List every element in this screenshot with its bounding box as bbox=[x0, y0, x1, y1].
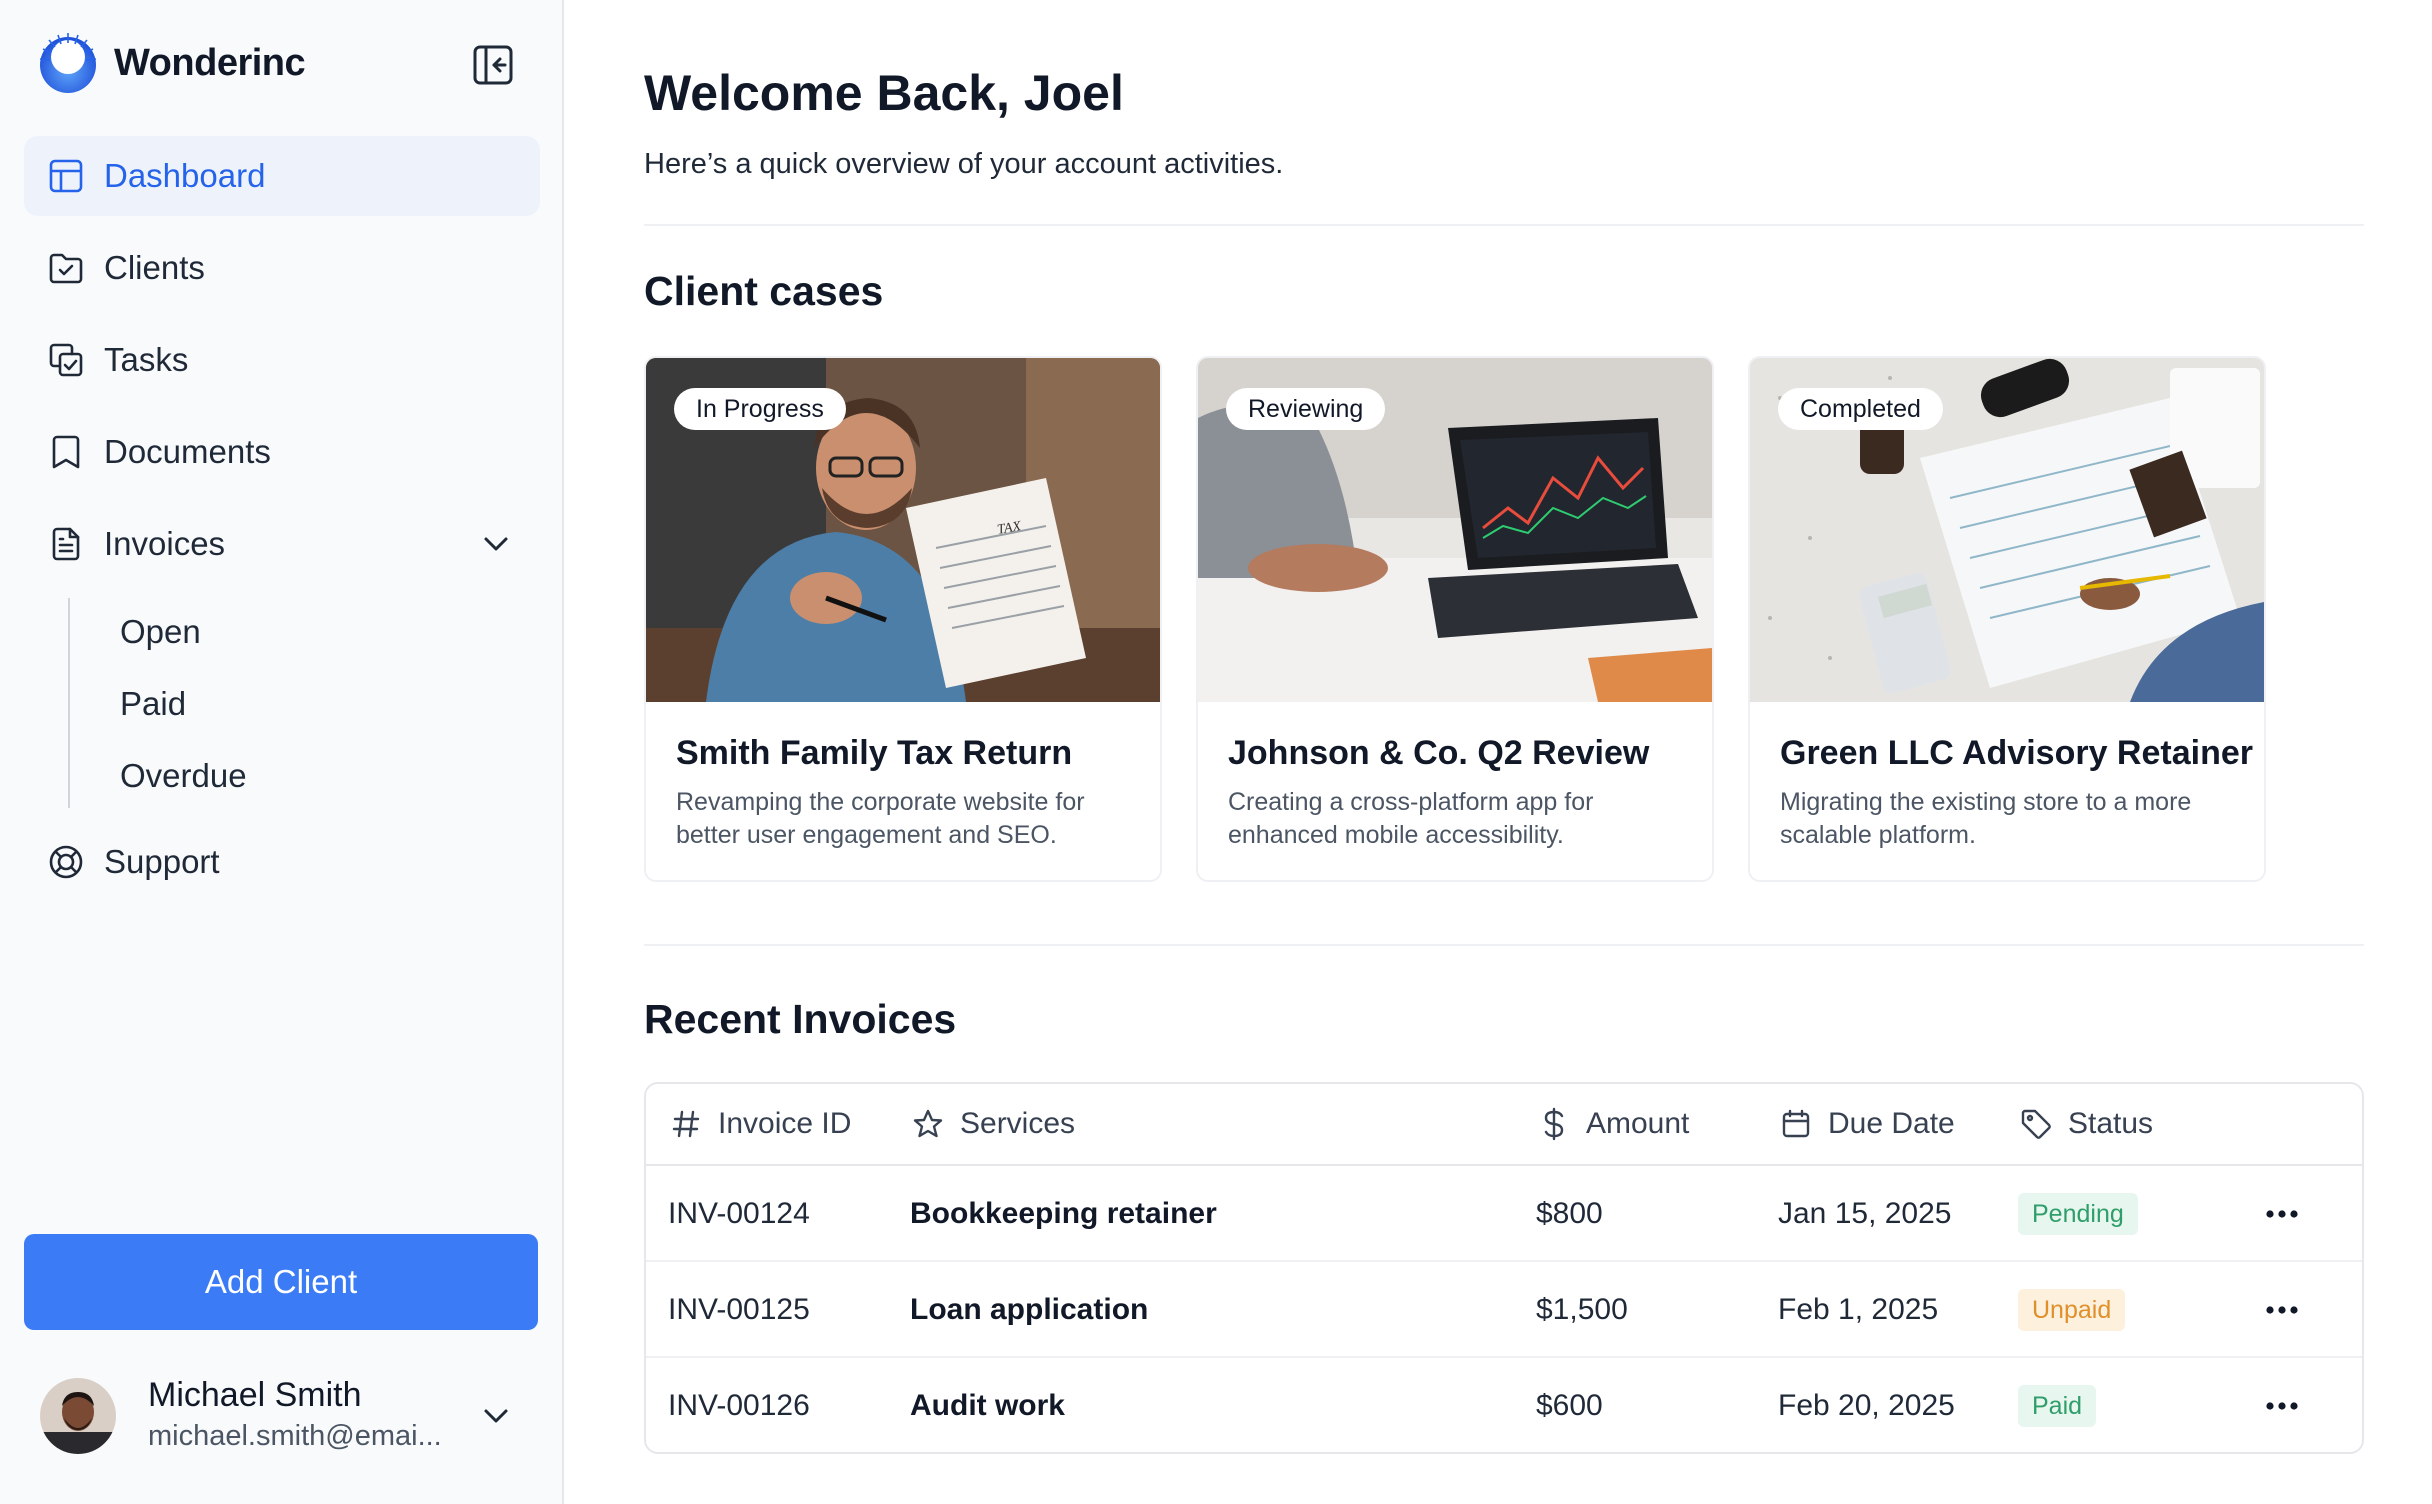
chevron-down-icon[interactable] bbox=[476, 1396, 516, 1436]
sidebar-item-support[interactable]: Support bbox=[24, 822, 540, 902]
star-icon bbox=[910, 1106, 946, 1142]
add-client-button[interactable]: Add Client bbox=[24, 1234, 538, 1330]
invoice-amount: $600 bbox=[1536, 1389, 1603, 1422]
sidebar-subitem-overdue[interactable]: Overdue bbox=[104, 746, 504, 806]
sidebar-collapse-icon[interactable] bbox=[470, 42, 516, 88]
sidebar-subitem-paid[interactable]: Paid bbox=[104, 674, 504, 734]
status-badge: Unpaid bbox=[2018, 1289, 2126, 1331]
tag-icon bbox=[2018, 1106, 2054, 1142]
sidebar-item-dashboard[interactable]: Dashboard bbox=[24, 136, 540, 216]
invoice-due-date: Feb 1, 2025 bbox=[1778, 1293, 1939, 1326]
book-icon bbox=[46, 432, 86, 472]
brand-name: Wonderinc bbox=[114, 41, 306, 84]
sidebar-item-documents[interactable]: Documents bbox=[24, 412, 540, 492]
column-label: Amount bbox=[1586, 1107, 1690, 1140]
table-header: Invoice ID Services Amount Due Date Stat… bbox=[646, 1084, 2362, 1166]
sidebar-item-label: Dashboard bbox=[104, 157, 266, 194]
user-email: michael.smith@emai... bbox=[148, 1420, 442, 1452]
sidebar-item-label: Tasks bbox=[104, 341, 189, 378]
column-label: Status bbox=[2068, 1107, 2154, 1140]
case-status-badge: In Progress bbox=[674, 388, 846, 430]
column-header-status[interactable]: Status bbox=[2018, 1084, 2153, 1164]
column-header-invoice-id[interactable]: Invoice ID bbox=[668, 1084, 851, 1164]
column-label: Due Date bbox=[1828, 1107, 1955, 1140]
case-title: Smith Family Tax Return bbox=[676, 734, 1073, 772]
divider bbox=[644, 224, 2364, 226]
table-row[interactable]: INV-00124 Bookkeeping retainer $800 Jan … bbox=[646, 1166, 2362, 1262]
column-header-due-date[interactable]: Due Date bbox=[1778, 1084, 1955, 1164]
client-case-card[interactable]: TAX In Progress Smith Family Tax Return … bbox=[644, 356, 1162, 882]
sidebar-item-label: Documents bbox=[104, 433, 271, 470]
invoice-service: Loan application bbox=[910, 1293, 1149, 1326]
invoice-service: Bookkeeping retainer bbox=[910, 1197, 1217, 1230]
sidebar-item-invoices[interactable]: Invoices bbox=[24, 504, 540, 584]
status-badge: Pending bbox=[2018, 1193, 2138, 1235]
invoice-service: Audit work bbox=[910, 1389, 1065, 1422]
card-image-laptop-review: Reviewing bbox=[1198, 358, 1712, 702]
page-title: Welcome Back, Joel bbox=[644, 65, 1124, 121]
card-image-desk-documents: Completed bbox=[1750, 358, 2264, 702]
file-text-icon bbox=[46, 524, 86, 564]
invoice-id: INV-00125 bbox=[668, 1293, 810, 1326]
sidebar-item-clients[interactable]: Clients bbox=[24, 228, 540, 308]
invoice-amount: $1,500 bbox=[1536, 1293, 1628, 1326]
invoices-subnav-line bbox=[68, 598, 70, 808]
more-options-icon[interactable] bbox=[2262, 1388, 2302, 1424]
client-case-card[interactable]: Reviewing Johnson & Co. Q2 Review Creati… bbox=[1196, 356, 1714, 882]
more-options-icon[interactable] bbox=[2262, 1196, 2302, 1232]
copy-check-icon bbox=[46, 340, 86, 380]
avatar bbox=[40, 1378, 116, 1454]
table-row[interactable]: INV-00125 Loan application $1,500 Feb 1,… bbox=[646, 1262, 2362, 1358]
sidebar-item-label: Invoices bbox=[104, 525, 226, 562]
card-image-tax-review: TAX In Progress bbox=[646, 358, 1160, 702]
invoices-table: Invoice ID Services Amount Due Date Stat… bbox=[644, 1082, 2364, 1454]
column-header-amount[interactable]: Amount bbox=[1536, 1084, 1689, 1164]
hash-icon bbox=[668, 1106, 704, 1142]
invoice-due-date: Feb 20, 2025 bbox=[1778, 1389, 1955, 1422]
column-label: Invoice ID bbox=[718, 1107, 852, 1140]
sidebar-item-label: Clients bbox=[104, 249, 205, 286]
column-header-services[interactable]: Services bbox=[910, 1084, 1075, 1164]
client-cases-title: Client cases bbox=[644, 268, 884, 314]
invoice-due-date: Jan 15, 2025 bbox=[1778, 1197, 1952, 1230]
brand[interactable]: Wonderinc bbox=[36, 30, 306, 96]
dollar-icon bbox=[1536, 1106, 1572, 1142]
calendar-icon bbox=[1778, 1106, 1814, 1142]
recent-invoices-title: Recent Invoices bbox=[644, 996, 957, 1042]
case-description: Revamping the corporate website for bett… bbox=[676, 788, 1085, 849]
invoice-id: INV-00126 bbox=[668, 1389, 810, 1422]
sidebar-subitem-open[interactable]: Open bbox=[104, 602, 504, 662]
lifebuoy-icon bbox=[46, 842, 86, 882]
case-description: Migrating the existing store to a more s… bbox=[1780, 788, 2192, 849]
table-row[interactable]: INV-00126 Audit work $600 Feb 20, 2025 P… bbox=[646, 1358, 2362, 1452]
case-status-badge: Reviewing bbox=[1226, 388, 1386, 430]
sidebar-item-label: Support bbox=[104, 843, 220, 880]
column-label: Services bbox=[960, 1107, 1076, 1140]
divider bbox=[644, 944, 2364, 946]
status-badge: Paid bbox=[2018, 1385, 2097, 1427]
layout-icon bbox=[46, 156, 86, 196]
sidebar-item-tasks[interactable]: Tasks bbox=[24, 320, 540, 400]
more-options-icon[interactable] bbox=[2262, 1292, 2302, 1328]
case-title: Johnson & Co. Q2 Review bbox=[1228, 734, 1650, 772]
page-subtitle: Here’s a quick overview of your account … bbox=[644, 148, 1284, 180]
user-name: Michael Smith bbox=[148, 1376, 362, 1414]
sidebar: Wonderinc Dashboard Clients Tasks Docume… bbox=[0, 0, 564, 1504]
user-profile[interactable]: Michael Smith michael.smith@emai... bbox=[40, 1370, 530, 1470]
case-status-badge: Completed bbox=[1778, 388, 1943, 430]
invoice-amount: $800 bbox=[1536, 1197, 1603, 1230]
client-case-card[interactable]: Completed Green LLC Advisory Retainer Mi… bbox=[1748, 356, 2266, 882]
invoice-id: INV-00124 bbox=[668, 1197, 810, 1230]
brand-logo-icon bbox=[39, 33, 97, 93]
case-title: Green LLC Advisory Retainer bbox=[1780, 734, 2253, 772]
chevron-down-icon[interactable] bbox=[476, 524, 516, 564]
folder-check-icon bbox=[46, 248, 86, 288]
case-description: Creating a cross-platform app for enhanc… bbox=[1228, 788, 1594, 849]
